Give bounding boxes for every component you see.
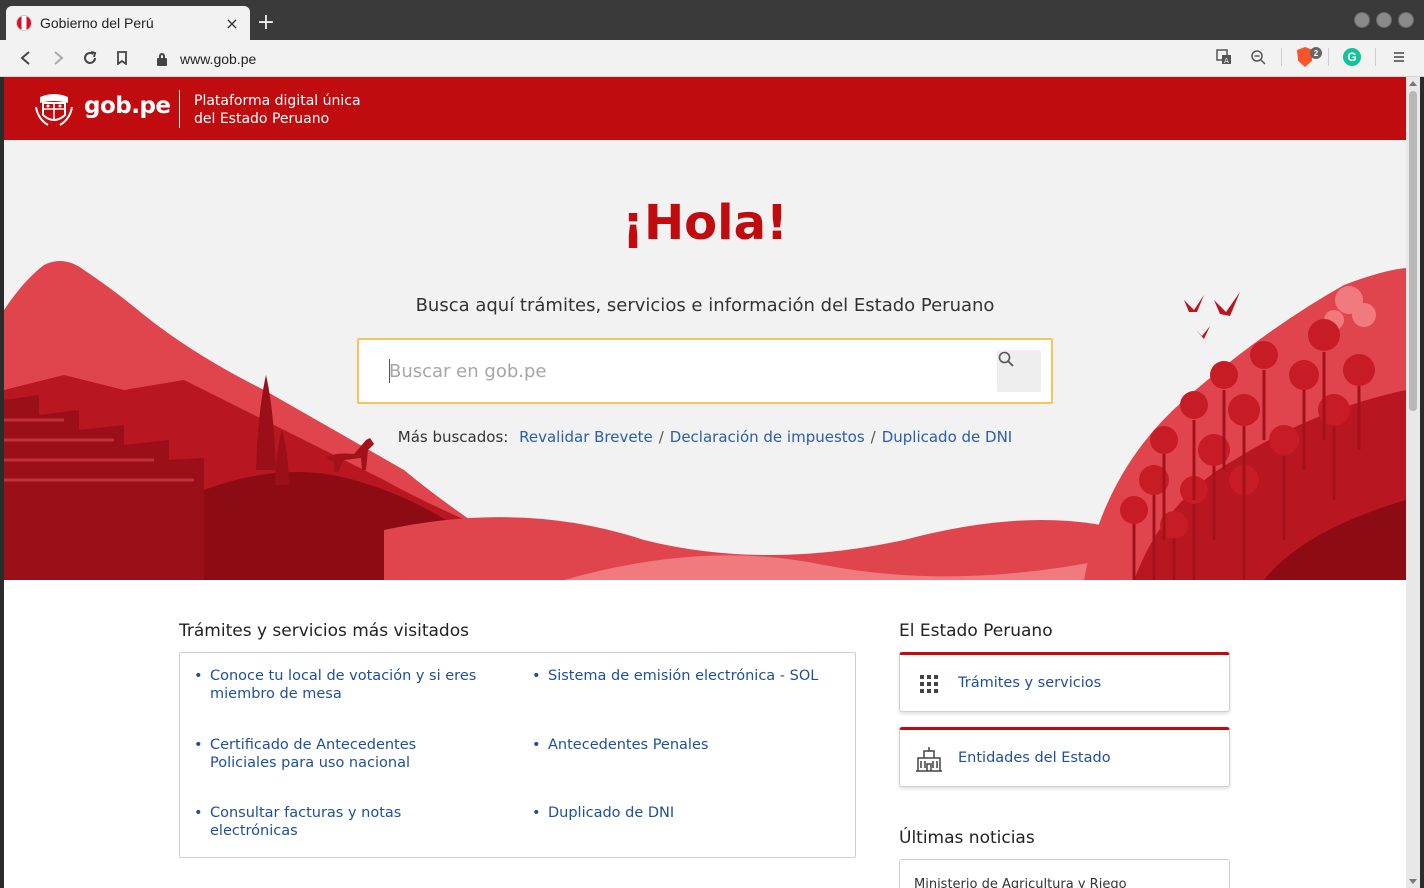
estado-section-title: El Estado Peruano [899,621,1053,641]
scroll-up-arrow-icon[interactable] [1409,81,1417,86]
toolbar-separator [1328,48,1329,66]
address-bar[interactable]: www.gob.pe [148,45,1328,72]
search-button[interactable] [997,350,1041,392]
menu-icon[interactable] [1388,46,1410,68]
toolbar-separator [1375,48,1376,66]
card-tramites-servicios[interactable]: Trámites y servicios [899,652,1230,712]
svg-text:A: A [1224,57,1229,65]
greeting-heading: ¡Hola! [622,195,788,251]
card-label: Trámites y servicios [958,675,1102,691]
services-list-box: Conoce tu local de votación y si eres mi… [179,652,856,858]
peru-flag-favicon-icon [16,15,32,31]
services-section-title: Trámites y servicios más visitados [179,621,469,641]
link-separator: / [870,428,876,446]
reload-icon [84,51,97,64]
search-box [357,338,1053,404]
header-divider [179,90,180,128]
new-tab-button[interactable]: + [256,10,276,36]
hero-section: ¡Hola! Busca aquí trámites, servicios e … [4,140,1406,580]
tab-title: Gobierno del Perú [40,15,154,31]
site-logo-text[interactable]: gob.pe [84,93,171,119]
popular-link-declaracion-impuestos[interactable]: Declaración de impuestos [670,428,865,446]
zoom-out-icon[interactable] [1247,46,1269,68]
bookmark-button[interactable] [110,46,134,70]
browser-toolbar: www.gob.pe A G [0,40,1424,77]
card-entidades-estado[interactable]: Entidades del Estado [899,727,1230,787]
close-window-button[interactable] [1398,12,1414,28]
popular-link-duplicado-dni[interactable]: Duplicado de DNI [882,428,1013,446]
link-separator: / [658,428,664,446]
toolbar-separator [1281,48,1282,66]
browser-tab-strip: Gobierno del Perú × + [0,0,1424,40]
building-icon [916,747,942,772]
browser-tab[interactable]: Gobierno del Perú × [6,6,250,40]
window-controls [1354,12,1414,28]
search-input[interactable] [389,354,989,388]
bookmark-icon [117,51,127,65]
grammarly-icon[interactable]: G [1341,46,1363,68]
card-label: Entidades del Estado [958,750,1111,766]
header-subtitle-line1: Plataforma digital única [194,93,361,109]
back-button[interactable] [14,46,38,70]
site-header: gob.pe Plataforma digital única del Esta… [4,77,1406,140]
news-section-title: Últimas noticias [899,828,1035,848]
search-icon [998,351,1014,367]
back-arrow-icon [20,51,30,65]
service-link-sol[interactable]: Sistema de emisión electrónica - SOL [530,667,820,685]
service-link-local-votacion[interactable]: Conoce tu local de votación y si eres mi… [192,667,482,703]
service-link-duplicado-dni[interactable]: Duplicado de DNI [530,804,820,822]
forward-arrow-icon [54,51,64,65]
service-link-antecedentes-policiales[interactable]: Certificado de Antecedentes Policiales p… [192,736,482,772]
service-link-antecedentes-penales[interactable]: Antecedentes Penales [530,736,820,754]
search-lead-text: Busca aquí trámites, servicios e informa… [415,295,995,316]
news-item[interactable]: Ministerio de Agricultura y Riego [899,859,1230,888]
scroll-down-arrow-icon[interactable] [1409,879,1417,884]
maximize-window-button[interactable] [1376,12,1392,28]
popular-searches: Más buscados: Revalidar Brevete / Declarac… [4,428,1406,446]
header-subtitle-line2: del Estado Peruano [194,111,330,127]
web-page: gob.pe Plataforma digital única del Esta… [4,77,1406,888]
forward-button[interactable] [46,46,70,70]
text-caret [389,359,390,383]
page-scrollbar[interactable] [1406,77,1420,888]
translate-icon[interactable]: A [1213,46,1235,68]
popular-searches-label: Más buscados: [397,428,509,446]
url-text: www.gob.pe [180,50,257,67]
scrollbar-thumb[interactable] [1409,91,1417,411]
popular-link-revalidar-brevete[interactable]: Revalidar Brevete [519,428,653,446]
service-link-facturas[interactable]: Consultar facturas y notas electrónicas [192,804,482,840]
tab-close-icon[interactable]: × [224,14,240,33]
reload-button[interactable] [78,46,102,70]
news-item-title: Ministerio de Agricultura y Riego [914,877,1127,888]
grid-icon [920,675,938,693]
header-subtitle: Plataforma digital única del Estado Peru… [194,92,361,128]
lock-icon [154,51,170,67]
shields-count-badge: 2 [1310,47,1322,59]
peru-coat-of-arms-icon[interactable] [34,89,74,129]
minimize-window-button[interactable] [1354,12,1370,28]
